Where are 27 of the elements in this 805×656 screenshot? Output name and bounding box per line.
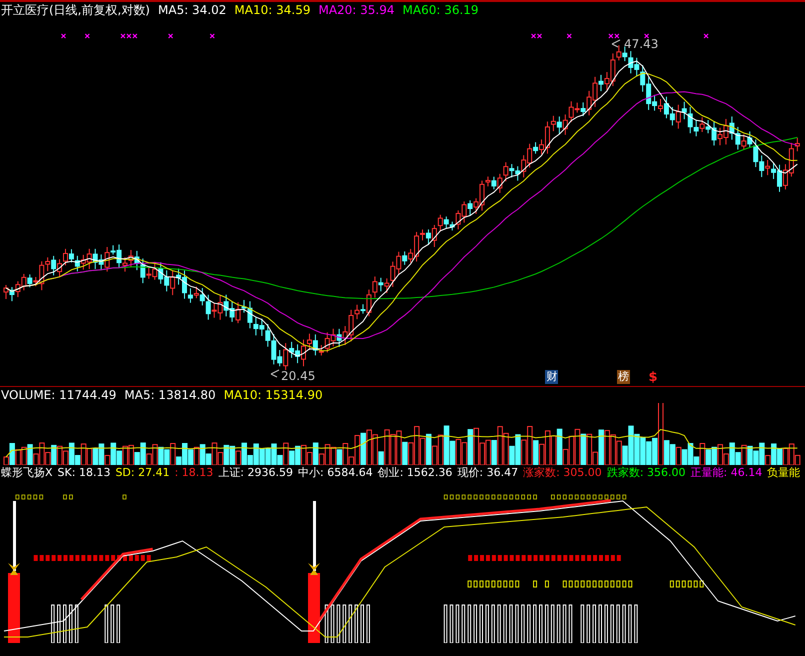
indicator-legend: SK: 18.13 — [58, 466, 110, 480]
event-badge[interactable]: 榜 — [616, 370, 630, 384]
ma-legend: MA5: 34.02 — [158, 3, 226, 17]
stock-title: 开立医疗(日线,前复权,对数) — [1, 3, 150, 17]
event-badge[interactable]: 财 — [545, 370, 558, 384]
low-price-label: 20.45 — [281, 369, 316, 383]
volume-legend: MA5: 13814.80 — [124, 388, 216, 402]
ma-legend: MA20: 35.94 — [318, 3, 395, 17]
indicator-legend: 负量能 — [767, 466, 800, 480]
arrow-icon — [612, 40, 620, 48]
high-price-label: 47.43 — [624, 37, 658, 51]
indicator-legend: 涨家数: 305.00 — [523, 466, 602, 480]
ma-legend: MA10: 34.59 — [234, 3, 310, 17]
volume-legend: MA10: 15314.90 — [224, 388, 323, 402]
indicator-legend: 创业: 1562.36 — [378, 466, 452, 480]
event-symbol[interactable]: $ — [648, 370, 658, 385]
ma-legend: MA60: 36.19 — [402, 3, 479, 17]
indicator-legend: 现价: 36.47 — [457, 466, 518, 480]
indicator-legend: SD: 27.41 — [115, 466, 170, 480]
indicator-legend: 正量能: 46.14 — [690, 466, 762, 480]
indicator-legend: 蝶形飞扬X — [1, 466, 53, 480]
indicator-legend: 上证: 2936.59 — [218, 466, 293, 480]
arrow-icon — [270, 370, 280, 378]
indicator-legend: : 18.13 — [174, 466, 214, 480]
volume-legend: VOLUME: 11744.49 — [1, 388, 116, 402]
indicator-legend: 跌家数: 356.00 — [606, 466, 686, 480]
indicator-legend: 中小: 6584.64 — [298, 466, 373, 480]
